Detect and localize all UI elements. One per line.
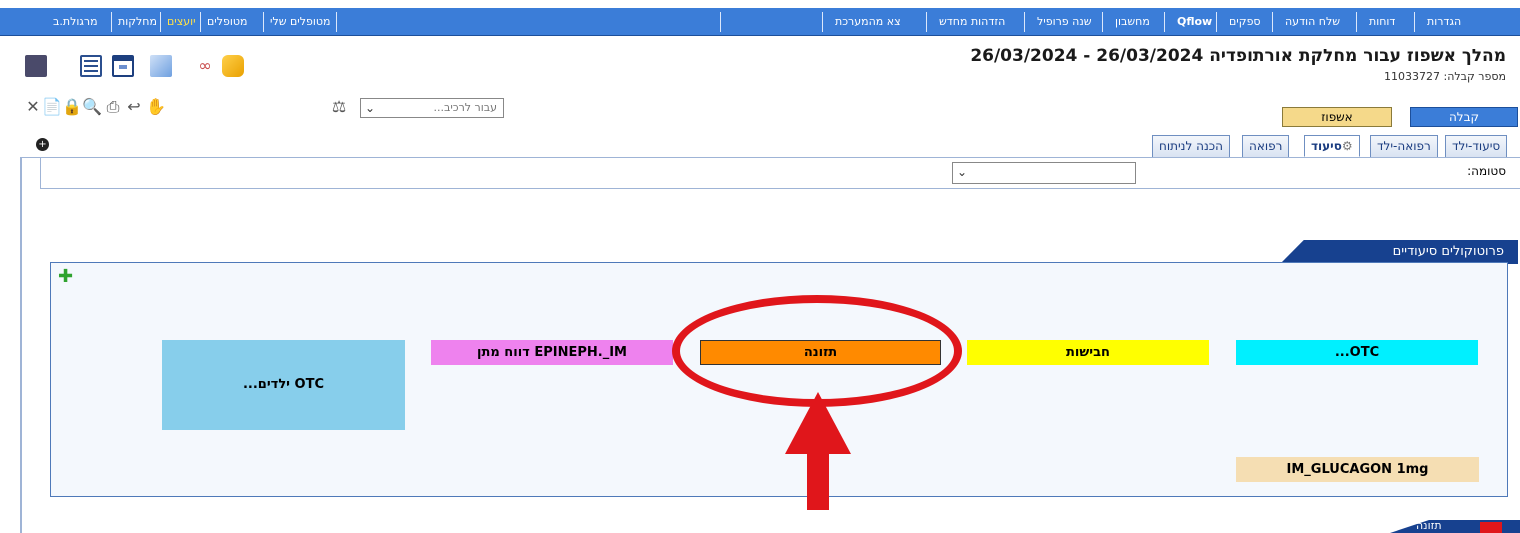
menu-separator: [200, 12, 201, 32]
calculator-icon[interactable]: [25, 55, 47, 77]
menu-separator: [1356, 12, 1357, 32]
admission-number: מספר קבלה: 11033727: [1384, 70, 1506, 83]
protocol-otc[interactable]: ...OTC: [1236, 340, 1478, 365]
page-title: מהלך אשפוז עבור מחלקת אורתופדיה 26/03/20…: [970, 46, 1506, 66]
add-circle-icon[interactable]: +: [36, 138, 49, 151]
menu-reports[interactable]: דוחות: [1366, 8, 1398, 36]
protocol-glucagon[interactable]: IM_GLUCAGON 1mg: [1236, 457, 1479, 482]
menu-separator: [926, 12, 927, 32]
tab-nursing-child[interactable]: סיעוד-ילד: [1445, 135, 1508, 157]
protocol-otc-children[interactable]: OTC ילדים...: [162, 340, 405, 430]
menu-separator: [1024, 12, 1025, 32]
menu-my-patients[interactable]: מטופלים שלי: [267, 8, 333, 36]
menu-send-message[interactable]: שלח הודעה: [1282, 8, 1343, 36]
stoma-row: [40, 157, 1520, 189]
menu-consultants[interactable]: יועצים: [164, 8, 199, 36]
scale-icon[interactable]: ⚖: [330, 98, 348, 116]
stoma-select[interactable]: ⌄: [952, 162, 1136, 184]
link-icon[interactable]: ∞: [196, 57, 214, 75]
hospitalization-button[interactable]: אשפוז: [1282, 107, 1392, 127]
image-icon[interactable]: [150, 55, 172, 77]
close-icon[interactable]: ✕: [24, 98, 42, 116]
folder-icon[interactable]: [222, 55, 244, 77]
nursing-protocols-header: פרוטוקולים סיעודיים: [1280, 240, 1518, 264]
menu-separator: [1102, 12, 1103, 32]
nutrition-section-label: תזונה: [1416, 519, 1442, 532]
arrow-shaft: [807, 452, 829, 510]
menu-settings[interactable]: הגדרות: [1424, 8, 1464, 36]
protocol-nutrition[interactable]: תזונה: [700, 340, 941, 365]
menu-suppliers[interactable]: ספקים: [1226, 8, 1264, 36]
protocol-dressings[interactable]: חבישות: [967, 340, 1209, 365]
document-icon[interactable]: 📄: [42, 98, 62, 116]
window-icon[interactable]: [112, 55, 134, 77]
tab-medicine-child[interactable]: רפואה-ילד: [1370, 135, 1438, 157]
exit-icon[interactable]: ↩: [125, 98, 143, 116]
goto-component-select[interactable]: ⌄ ...עבור לרכיב: [360, 98, 504, 118]
menu-separator: [111, 12, 112, 32]
tab-nursing-icon: ⚙: [1341, 139, 1353, 153]
lock-icon[interactable]: 🔒: [62, 98, 82, 116]
menu-qflow[interactable]: Qflow: [1174, 8, 1215, 36]
menu-departments[interactable]: מחלקות: [115, 8, 160, 36]
protocol-epineph[interactable]: EPINEPH._IM דווח מתן: [431, 340, 673, 365]
chevron-down-icon: ⌄: [365, 101, 376, 115]
menu-grouped[interactable]: מרגולת.ב: [50, 8, 101, 36]
print-icon[interactable]: ⎙: [104, 98, 122, 116]
stoma-label: סטומה:: [1467, 164, 1506, 178]
admission-button[interactable]: קבלה: [1410, 107, 1518, 127]
menu-separator: [336, 12, 337, 32]
tab-nursing[interactable]: ⚙סיעוד: [1304, 135, 1360, 157]
hand-icon[interactable]: ✋: [146, 98, 166, 116]
menu-separator: [263, 12, 264, 32]
chevron-down-icon: ⌄: [957, 165, 968, 179]
menu-logout[interactable]: צא מהמערכת: [832, 8, 904, 36]
tab-pre-surgery[interactable]: הכנה לניתוח: [1152, 135, 1230, 157]
tab-medicine[interactable]: רפואה: [1242, 135, 1290, 157]
menu-separator: [720, 12, 721, 32]
top-menu-bar: הגדרות דוחות שלח הודעה ספקים Qflow מחשבו…: [0, 8, 1520, 36]
menu-calculator[interactable]: מחשבון: [1112, 8, 1153, 36]
menu-reidentify[interactable]: הזדהות מחדש: [936, 8, 1008, 36]
list-icon[interactable]: [80, 55, 102, 77]
add-protocol-icon[interactable]: ✚: [58, 268, 73, 286]
menu-separator: [1272, 12, 1273, 32]
nutrition-section-color: [1480, 522, 1502, 533]
menu-change-profile[interactable]: שנה פרופיל: [1034, 8, 1095, 36]
menu-separator: [822, 12, 823, 32]
goto-component-placeholder: ...עבור לרכיב: [433, 101, 497, 114]
tab-nursing-label: סיעוד: [1311, 139, 1342, 153]
menu-separator: [1414, 12, 1415, 32]
menu-patients[interactable]: מטופלים: [204, 8, 250, 36]
search-icon[interactable]: 🔍: [82, 98, 102, 116]
arrow-up-icon: [785, 392, 851, 454]
menu-separator: [1216, 12, 1217, 32]
menu-separator: [1164, 12, 1165, 32]
menu-separator: [160, 12, 161, 32]
